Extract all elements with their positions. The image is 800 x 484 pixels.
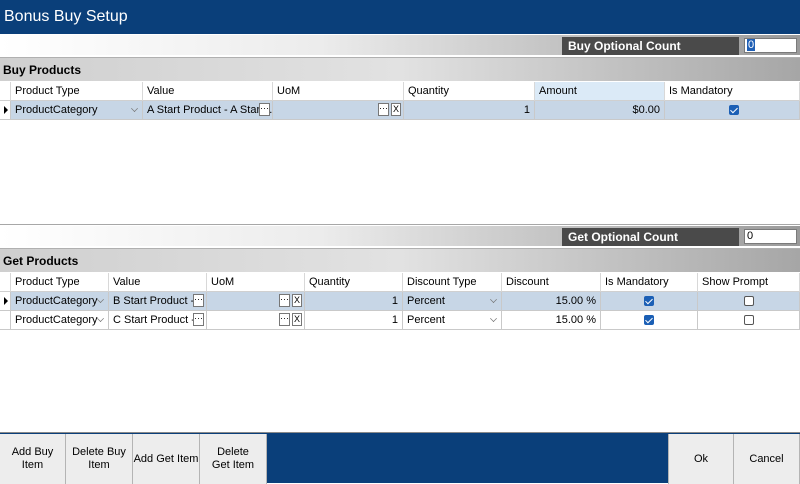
get-optional-label: Get Optional Count (562, 228, 739, 246)
product-type-value: ProductCategory (15, 295, 98, 307)
quantity-cell[interactable]: 1 (305, 311, 403, 330)
row-selector[interactable] (0, 101, 11, 120)
footer-bar: Add Buy Item Delete Buy Item Add Get Ite… (0, 432, 800, 484)
chevron-down-icon[interactable] (97, 315, 104, 322)
quantity-cell[interactable]: 1 (404, 101, 535, 120)
show-prompt-checkbox[interactable] (744, 315, 754, 325)
buy-optional-label: Buy Optional Count (562, 37, 739, 55)
col-product-type[interactable]: Product Type (11, 82, 143, 101)
ellipsis-icon[interactable]: ··· (193, 313, 204, 326)
table-row[interactable]: ProductCategory B Start Product -... ··· … (0, 292, 800, 311)
get-optional-value: 0 (747, 230, 754, 242)
delete-buy-item-button[interactable]: Delete Buy Item (66, 434, 133, 484)
discount-type-value: Percent (407, 314, 445, 326)
discount-type-value: Percent (407, 295, 445, 307)
buy-products-grid: Product Type Value UoM Quantity Amount I… (0, 82, 800, 224)
get-optional-count-input[interactable]: 0 (744, 229, 797, 244)
col-show-prompt[interactable]: Show Prompt (698, 273, 800, 292)
is-mandatory-checkbox[interactable] (729, 105, 739, 115)
product-type-select[interactable]: ProductCategory (11, 292, 109, 311)
row-selector[interactable] (0, 292, 11, 311)
row-selector[interactable] (0, 311, 11, 330)
chevron-down-icon[interactable] (131, 105, 138, 112)
ellipsis-icon[interactable]: ··· (193, 294, 204, 307)
col-amount[interactable]: Amount (535, 82, 665, 101)
value-text: A Start Product - A Start... (147, 104, 273, 116)
get-optional-bar: Get Optional Count 0 (0, 226, 800, 246)
get-products-header: Get Products (0, 248, 800, 272)
discount-type-select[interactable]: Percent (403, 311, 502, 330)
col-value[interactable]: Value (109, 273, 207, 292)
add-get-item-button[interactable]: Add Get Item (133, 434, 200, 484)
quantity-cell[interactable]: 1 (305, 292, 403, 311)
show-prompt-cell[interactable] (698, 292, 800, 311)
clear-icon[interactable]: X (391, 103, 401, 116)
uom-cell[interactable]: ··· X (207, 311, 305, 330)
ellipsis-icon[interactable]: ··· (259, 103, 270, 116)
is-mandatory-checkbox[interactable] (644, 315, 654, 325)
table-row[interactable]: ProductCategory C Start Product -... ··· … (0, 311, 800, 330)
col-discount-type[interactable]: Discount Type (403, 273, 502, 292)
chevron-down-icon[interactable] (97, 296, 104, 303)
uom-cell[interactable]: ··· X (207, 292, 305, 311)
col-quantity[interactable]: Quantity (305, 273, 403, 292)
value-cell[interactable]: A Start Product - A Start... ··· (143, 101, 273, 120)
value-text: B Start Product -... (113, 295, 204, 307)
col-uom[interactable]: UoM (207, 273, 305, 292)
row-header-corner (0, 273, 11, 292)
col-uom[interactable]: UoM (273, 82, 404, 101)
table-row[interactable]: ProductCategory A Start Product - A Star… (0, 101, 800, 120)
buy-products-header: Buy Products (0, 57, 800, 81)
uom-cell[interactable]: ··· X (273, 101, 404, 120)
chevron-down-icon[interactable] (490, 296, 497, 303)
discount-cell[interactable]: 15.00 % (502, 292, 601, 311)
get-products-grid: Product Type Value UoM Quantity Discount… (0, 273, 800, 431)
is-mandatory-checkbox[interactable] (644, 296, 654, 306)
product-type-value: ProductCategory (15, 104, 98, 116)
show-prompt-cell[interactable] (698, 311, 800, 330)
discount-type-select[interactable]: Percent (403, 292, 502, 311)
buy-optional-count-input[interactable]: 0 (744, 38, 797, 53)
divider (0, 224, 800, 225)
row-header-corner (0, 82, 11, 101)
product-type-select[interactable]: ProductCategory (11, 311, 109, 330)
is-mandatory-cell[interactable] (601, 292, 698, 311)
buy-optional-value: 0 (747, 39, 756, 51)
ellipsis-icon[interactable]: ··· (279, 294, 290, 307)
col-quantity[interactable]: Quantity (404, 82, 535, 101)
col-is-mandatory[interactable]: Is Mandatory (665, 82, 800, 101)
value-cell[interactable]: C Start Product -... ··· (109, 311, 207, 330)
ellipsis-icon[interactable]: ··· (378, 103, 389, 116)
buy-grid-header: Product Type Value UoM Quantity Amount I… (0, 82, 800, 101)
add-buy-item-button[interactable]: Add Buy Item (0, 434, 66, 484)
buy-optional-bar: Buy Optional Count 0 (0, 35, 800, 55)
product-type-value: ProductCategory (15, 314, 98, 326)
col-value[interactable]: Value (143, 82, 273, 101)
col-product-type[interactable]: Product Type (11, 273, 109, 292)
cancel-button[interactable]: Cancel (734, 434, 800, 484)
clear-icon[interactable]: X (292, 294, 302, 307)
product-type-select[interactable]: ProductCategory (11, 101, 143, 120)
current-row-indicator-icon (4, 106, 8, 114)
current-row-indicator-icon (4, 297, 8, 305)
show-prompt-checkbox[interactable] (744, 296, 754, 306)
get-grid-header: Product Type Value UoM Quantity Discount… (0, 273, 800, 292)
discount-cell[interactable]: 15.00 % (502, 311, 601, 330)
window-title: Bonus Buy Setup (0, 0, 800, 34)
value-cell[interactable]: B Start Product -... ··· (109, 292, 207, 311)
delete-get-item-button[interactable]: Delete Get Item (200, 434, 267, 484)
ellipsis-icon[interactable]: ··· (279, 313, 290, 326)
chevron-down-icon[interactable] (490, 315, 497, 322)
is-mandatory-cell[interactable] (601, 311, 698, 330)
is-mandatory-cell[interactable] (665, 101, 800, 120)
col-discount[interactable]: Discount (502, 273, 601, 292)
value-text: C Start Product -... (113, 314, 205, 326)
col-is-mandatory[interactable]: Is Mandatory (601, 273, 698, 292)
clear-icon[interactable]: X (292, 313, 302, 326)
ok-button[interactable]: Ok (668, 434, 734, 484)
amount-cell[interactable]: $0.00 (535, 101, 665, 120)
